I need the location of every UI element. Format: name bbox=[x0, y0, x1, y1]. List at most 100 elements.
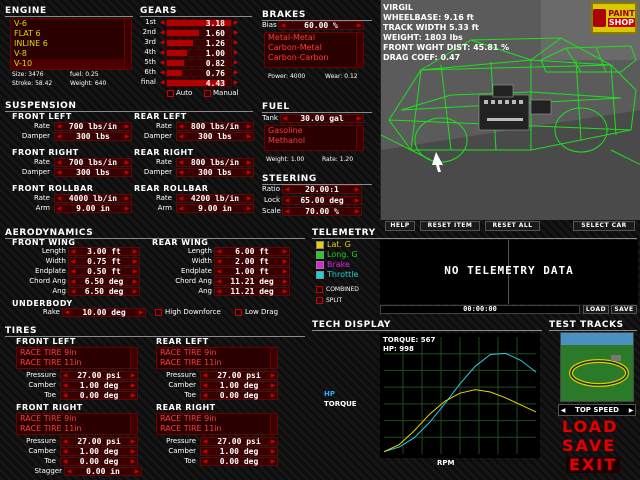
paint-shop-button[interactable]: PAINT SHOP bbox=[591, 2, 637, 34]
rear-right-toe-decrease-icon[interactable]: ◀ bbox=[201, 458, 209, 465]
front-left-toe-increase-icon[interactable]: ▶ bbox=[129, 392, 137, 399]
front-right-damper-decrease-icon[interactable]: ◀ bbox=[55, 169, 63, 176]
front-rollbar-arm-increase-icon[interactable]: ▶ bbox=[123, 205, 131, 212]
gear-increase-icon[interactable]: ▶ bbox=[232, 19, 240, 26]
front-wing-width-field[interactable]: ◀ 0.75 ft ▶ bbox=[68, 257, 140, 266]
brake-option[interactable]: Carbon-Carbon bbox=[265, 53, 363, 63]
rear-right-toe-field[interactable]: ◀ 0.00 deg ▶ bbox=[200, 457, 278, 466]
front-left-camber-decrease-icon[interactable]: ◀ bbox=[61, 382, 69, 389]
front-wing-chord-ang-increase-icon[interactable]: ▶ bbox=[131, 278, 139, 285]
rear-wing-width-decrease-icon[interactable]: ◀ bbox=[215, 258, 223, 265]
front-wing-ang-decrease-icon[interactable]: ◀ bbox=[69, 288, 77, 295]
front-wing-endplate-decrease-icon[interactable]: ◀ bbox=[69, 268, 77, 275]
combined-checkbox[interactable] bbox=[316, 286, 323, 293]
fuel-type-list[interactable]: Gasoline Methanol bbox=[264, 125, 364, 151]
rear-right-rate-increase-icon[interactable]: ▶ bbox=[245, 159, 253, 166]
engine-list-scrollbar[interactable] bbox=[124, 19, 131, 69]
rear-wing-endplate-field[interactable]: ◀ 1.00 ft ▶ bbox=[214, 267, 290, 276]
rear-wing-ang-increase-icon[interactable]: ▶ bbox=[281, 288, 289, 295]
rear-left-pressure-decrease-icon[interactable]: ◀ bbox=[201, 372, 209, 379]
front-right-toe-increase-icon[interactable]: ▶ bbox=[129, 458, 137, 465]
front-right-damper-increase-icon[interactable]: ▶ bbox=[123, 169, 131, 176]
rear-right-toe-increase-icon[interactable]: ▶ bbox=[269, 458, 277, 465]
front-rollbar-rate-decrease-icon[interactable]: ◀ bbox=[55, 195, 63, 202]
rear-rollbar-rate-increase-icon[interactable]: ▶ bbox=[245, 195, 253, 202]
brake-list-scrollbar[interactable] bbox=[356, 33, 363, 67]
rear-left-tire-list[interactable]: RACE TIRE 9in RACE TIRE 11in bbox=[156, 347, 278, 369]
rear-left-rate-field[interactable]: ◀ 800 lbs/in ▶ bbox=[176, 122, 254, 131]
front-right-toe-decrease-icon[interactable]: ◀ bbox=[61, 458, 69, 465]
rear-wing-width-increase-icon[interactable]: ▶ bbox=[281, 258, 289, 265]
front-right-pressure-increase-icon[interactable]: ▶ bbox=[129, 438, 137, 445]
rear-right-damper-increase-icon[interactable]: ▶ bbox=[245, 169, 253, 176]
rear-right-camber-decrease-icon[interactable]: ◀ bbox=[201, 448, 209, 455]
front-wing-length-decrease-icon[interactable]: ◀ bbox=[69, 248, 77, 255]
engine-option[interactable]: V-10 bbox=[11, 59, 131, 69]
gear-row[interactable]: 1st ◀ 3.18 ▶ bbox=[140, 18, 240, 27]
rake-decrease-icon[interactable]: ◀ bbox=[63, 309, 71, 316]
front-left-pressure-decrease-icon[interactable]: ◀ bbox=[61, 372, 69, 379]
front-right-pressure-field[interactable]: ◀ 27.00 psi ▶ bbox=[60, 437, 138, 446]
rear-wing-chord-ang-decrease-icon[interactable]: ◀ bbox=[215, 278, 223, 285]
rear-left-toe-field[interactable]: ◀ 0.00 deg ▶ bbox=[200, 391, 278, 400]
rear-right-rate-field[interactable]: ◀ 800 lbs/in ▶ bbox=[176, 158, 254, 167]
brake-option[interactable]: Metal-Metal bbox=[265, 33, 363, 43]
front-right-camber-increase-icon[interactable]: ▶ bbox=[129, 448, 137, 455]
telemetry-load-button[interactable]: LOAD bbox=[583, 305, 609, 314]
lock-decrease-icon[interactable]: ◀ bbox=[283, 197, 291, 204]
rear-wing-width-field[interactable]: ◀ 2.00 ft ▶ bbox=[214, 257, 290, 266]
car-viewport[interactable]: VIRGIL WHEELBASE: 9.16 ft TRACK WIDTH 5.33… bbox=[380, 0, 640, 220]
rear-left-camber-field[interactable]: ◀ 1.00 deg ▶ bbox=[200, 381, 278, 390]
load-button[interactable]: LOAD bbox=[562, 419, 618, 435]
front-wing-length-field[interactable]: ◀ 3.00 ft ▶ bbox=[68, 247, 140, 256]
exit-button[interactable]: EXIT bbox=[566, 457, 621, 473]
telemetry-channel[interactable]: Throttle bbox=[316, 270, 358, 280]
front-wing-endplate-increase-icon[interactable]: ▶ bbox=[131, 268, 139, 275]
rear-wing-ang-decrease-icon[interactable]: ◀ bbox=[215, 288, 223, 295]
rear-right-tire-list[interactable]: RACE TIRE 9in RACE TIRE 11in bbox=[156, 413, 278, 435]
front-right-camber-decrease-icon[interactable]: ◀ bbox=[61, 448, 69, 455]
front-wing-chord-ang-decrease-icon[interactable]: ◀ bbox=[69, 278, 77, 285]
rear-left-pressure-field[interactable]: ◀ 27.00 psi ▶ bbox=[200, 371, 278, 380]
tank-field[interactable]: ◀ 30.00 gal ▶ bbox=[280, 114, 364, 123]
front-right-tire-list[interactable]: RACE TIRE 9in RACE TIRE 11in bbox=[16, 413, 138, 435]
front-rollbar-rate-increase-icon[interactable]: ▶ bbox=[123, 195, 131, 202]
manual-checkbox[interactable] bbox=[204, 90, 211, 97]
front-right-rate-increase-icon[interactable]: ▶ bbox=[123, 159, 131, 166]
rake-field[interactable]: ◀ 10.00 deg ▶ bbox=[62, 308, 146, 317]
telemetry-channel[interactable]: Lat. G bbox=[316, 240, 351, 250]
tire-list-scrollbar[interactable] bbox=[130, 348, 137, 368]
tire-option[interactable]: RACE TIRE 11in bbox=[17, 424, 137, 434]
gear-row[interactable]: 3rd ◀ 1.26 ▶ bbox=[140, 38, 240, 47]
engine-list[interactable]: V-6 FLAT 6 INLINE 6 V-8 V-10 bbox=[10, 18, 132, 70]
front-right-damper-field[interactable]: ◀ 300 lbs ▶ bbox=[54, 168, 132, 177]
gear-increase-icon[interactable]: ▶ bbox=[232, 39, 240, 46]
gear-decrease-icon[interactable]: ◀ bbox=[158, 49, 166, 56]
rear-left-pressure-increase-icon[interactable]: ▶ bbox=[269, 372, 277, 379]
front-wing-width-increase-icon[interactable]: ▶ bbox=[131, 258, 139, 265]
reset-item-button[interactable]: RESET ITEM bbox=[420, 221, 480, 231]
rear-rollbar-rate-field[interactable]: ◀ 4200 lb/in ▶ bbox=[176, 194, 254, 203]
rear-wing-length-increase-icon[interactable]: ▶ bbox=[281, 248, 289, 255]
save-button[interactable]: SAVE bbox=[562, 438, 616, 454]
tire-option[interactable]: RACE TIRE 9in bbox=[17, 414, 137, 424]
rear-left-camber-decrease-icon[interactable]: ◀ bbox=[201, 382, 209, 389]
auto-checkbox[interactable] bbox=[167, 90, 174, 97]
brake-type-list[interactable]: Metal-Metal Carbon-Metal Carbon-Carbon bbox=[264, 32, 364, 68]
front-left-tire-list[interactable]: RACE TIRE 9in RACE TIRE 11in bbox=[16, 347, 138, 369]
front-wing-ang-increase-icon[interactable]: ▶ bbox=[131, 288, 139, 295]
gear-decrease-icon[interactable]: ◀ bbox=[158, 59, 166, 66]
rear-rollbar-rate-decrease-icon[interactable]: ◀ bbox=[177, 195, 185, 202]
front-right-pressure-decrease-icon[interactable]: ◀ bbox=[61, 438, 69, 445]
track-preview[interactable] bbox=[560, 332, 634, 402]
stagger-increase-icon[interactable]: ▶ bbox=[133, 468, 141, 475]
rear-right-rate-decrease-icon[interactable]: ◀ bbox=[177, 159, 185, 166]
gear-slider[interactable]: 0.76 bbox=[166, 68, 232, 77]
tank-increase-icon[interactable]: ▶ bbox=[355, 115, 363, 122]
gear-slider[interactable]: 3.18 bbox=[166, 18, 232, 27]
front-rollbar-rate-field[interactable]: ◀ 4000 lb/in ▶ bbox=[54, 194, 132, 203]
front-right-rate-decrease-icon[interactable]: ◀ bbox=[55, 159, 63, 166]
tank-decrease-icon[interactable]: ◀ bbox=[281, 115, 289, 122]
select-car-button[interactable]: SELECT CAR bbox=[573, 221, 635, 231]
gear-increase-icon[interactable]: ▶ bbox=[232, 29, 240, 36]
